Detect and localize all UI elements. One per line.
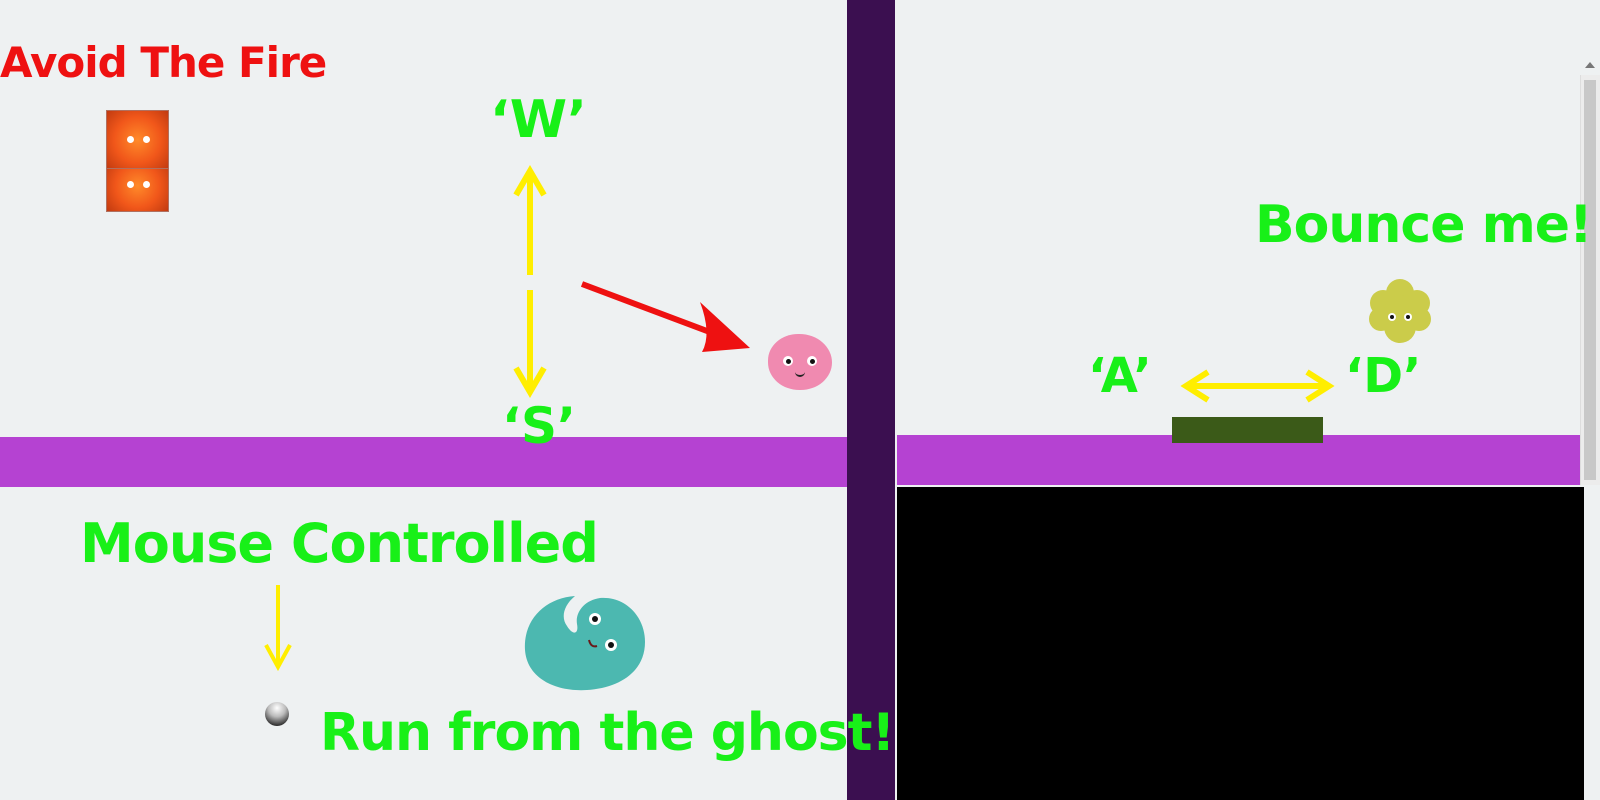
player-eye-icon [783,356,793,366]
scrollbar-up-arrow[interactable] [1585,62,1595,68]
arrow-up-icon [513,165,547,275]
arrow-down-icon [513,290,547,398]
game3-caption: Bounce me! [1255,195,1593,255]
player-eye-icon [807,356,817,366]
black-panel [897,487,1584,800]
floor-left [0,437,847,487]
key-w-label: ‘W’ [490,90,587,150]
arrow-down-small-icon [264,585,292,672]
bouncer-sprite [1369,279,1431,343]
key-d-label: ‘D’ [1345,348,1422,404]
fire-eye-icon [143,136,150,143]
key-a-label: ‘A’ [1088,348,1152,404]
fire-eye-icon [127,181,134,188]
game2-caption: Run from the ghost! [320,703,895,763]
bouncer-eye-icon [1404,313,1412,321]
fire-eye-icon [143,181,150,188]
player-mouth-icon [795,370,805,377]
ghost-eye-icon [589,613,601,625]
red-pointer-arrow-icon [580,281,750,352]
arrow-left-right-icon [1180,369,1335,403]
fire-sprite-2 [106,168,169,212]
paddle[interactable] [1172,417,1323,443]
bouncer-eye-icon [1388,313,1396,321]
panel-divider [847,0,895,800]
mouse-ball[interactable] [265,702,289,726]
game1-title: Avoid The Fire [0,38,327,87]
fire-eye-icon [127,136,134,143]
player-pink-blob[interactable] [768,334,832,390]
ghost-sprite [524,596,645,691]
fire-sprite-1 [106,110,169,170]
game2-title: Mouse Controlled [80,512,599,575]
scrollbar-thumb[interactable] [1584,80,1596,480]
key-s-label: ‘S’ [502,397,576,455]
ghost-eye-icon [605,639,617,651]
